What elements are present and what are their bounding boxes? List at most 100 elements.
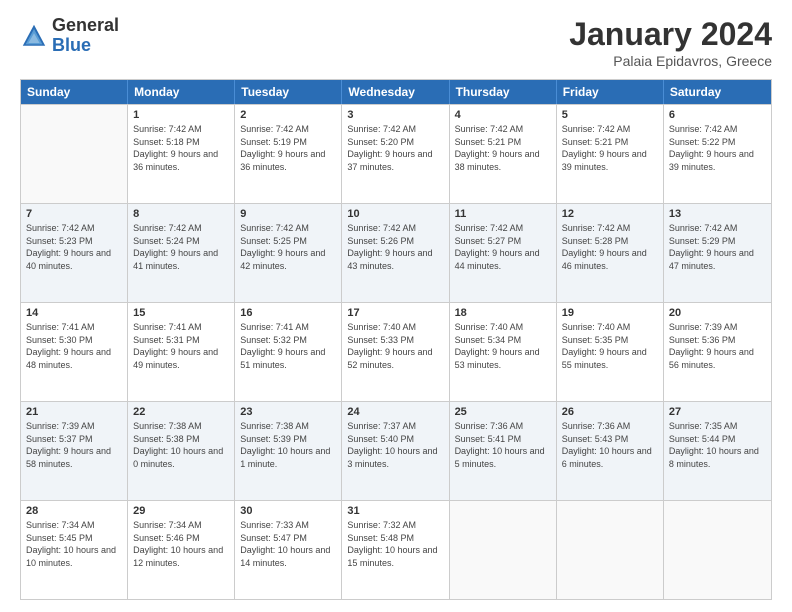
header: General Blue January 2024 Palaia Epidavr…: [20, 16, 772, 69]
logo-icon: [20, 22, 48, 50]
day-number: 3: [347, 109, 443, 121]
day-number: 15: [133, 307, 229, 319]
calendar-cell: 31Sunrise: 7:32 AM Sunset: 5:48 PM Dayli…: [342, 501, 449, 599]
day-info: Sunrise: 7:36 AM Sunset: 5:43 PM Dayligh…: [562, 420, 658, 470]
calendar-cell: 21Sunrise: 7:39 AM Sunset: 5:37 PM Dayli…: [21, 402, 128, 500]
calendar-cell: 12Sunrise: 7:42 AM Sunset: 5:28 PM Dayli…: [557, 204, 664, 302]
calendar-row: 14 Sunrise: 7:41 AM Sunset: 5:30 PM Dayli…: [21, 302, 771, 401]
calendar-cell: 26 Sunrise: 7:36 AM Sunset: 5:43 PM Dayli…: [557, 402, 664, 500]
title-block: January 2024 Palaia Epidavros, Greece: [569, 16, 772, 69]
calendar-cell: 5 Sunrise: 7:42 AM Sunset: 5:21 PM Daylig…: [557, 105, 664, 203]
day-info: Sunrise: 7:39 AM Sunset: 5:36 PM Dayligh…: [669, 321, 766, 371]
day-info: Sunrise: 7:37 AM Sunset: 5:40 PM Dayligh…: [347, 420, 443, 470]
calendar-cell: 18 Sunrise: 7:40 AM Sunset: 5:34 PM Dayli…: [450, 303, 557, 401]
day-number: 27: [669, 406, 766, 418]
day-info: Sunrise: 7:42 AM Sunset: 5:24 PM Dayligh…: [133, 222, 229, 272]
calendar-header-cell: Tuesday: [235, 80, 342, 104]
day-number: 19: [562, 307, 658, 319]
calendar-cell: 7Sunrise: 7:42 AM Sunset: 5:23 PM Daylig…: [21, 204, 128, 302]
calendar-cell: 28 Sunrise: 7:34 AM Sunset: 5:45 PM Dayli…: [21, 501, 128, 599]
day-info: Sunrise: 7:42 AM Sunset: 5:26 PM Dayligh…: [347, 222, 443, 272]
day-number: 23: [240, 406, 336, 418]
calendar-cell: 22 Sunrise: 7:38 AM Sunset: 5:38 PM Dayli…: [128, 402, 235, 500]
page: General Blue January 2024 Palaia Epidavr…: [0, 0, 792, 612]
logo: General Blue: [20, 16, 119, 56]
calendar-cell: 19Sunrise: 7:40 AM Sunset: 5:35 PM Dayli…: [557, 303, 664, 401]
day-info: Sunrise: 7:32 AM Sunset: 5:48 PM Dayligh…: [347, 519, 443, 569]
day-info: Sunrise: 7:38 AM Sunset: 5:38 PM Dayligh…: [133, 420, 229, 470]
calendar-cell: 29Sunrise: 7:34 AM Sunset: 5:46 PM Dayli…: [128, 501, 235, 599]
day-info: Sunrise: 7:34 AM Sunset: 5:45 PM Dayligh…: [26, 519, 122, 569]
calendar: SundayMondayTuesdayWednesdayThursdayFrid…: [20, 79, 772, 600]
day-number: 8: [133, 208, 229, 220]
day-number: 28: [26, 505, 122, 517]
calendar-cell: 8 Sunrise: 7:42 AM Sunset: 5:24 PM Daylig…: [128, 204, 235, 302]
day-info: Sunrise: 7:42 AM Sunset: 5:23 PM Dayligh…: [26, 222, 122, 272]
day-info: Sunrise: 7:36 AM Sunset: 5:41 PM Dayligh…: [455, 420, 551, 470]
calendar-cell: 30 Sunrise: 7:33 AM Sunset: 5:47 PM Dayli…: [235, 501, 342, 599]
logo-blue: Blue: [52, 36, 119, 56]
calendar-header-cell: Monday: [128, 80, 235, 104]
day-number: 9: [240, 208, 336, 220]
day-number: 14: [26, 307, 122, 319]
calendar-row: 21Sunrise: 7:39 AM Sunset: 5:37 PM Dayli…: [21, 401, 771, 500]
day-info: Sunrise: 7:41 AM Sunset: 5:31 PM Dayligh…: [133, 321, 229, 371]
day-info: Sunrise: 7:42 AM Sunset: 5:22 PM Dayligh…: [669, 123, 766, 173]
calendar-row: 7Sunrise: 7:42 AM Sunset: 5:23 PM Daylig…: [21, 203, 771, 302]
calendar-cell: [21, 105, 128, 203]
calendar-header-cell: Thursday: [450, 80, 557, 104]
calendar-header: SundayMondayTuesdayWednesdayThursdayFrid…: [21, 80, 771, 104]
calendar-cell: 13 Sunrise: 7:42 AM Sunset: 5:29 PM Dayli…: [664, 204, 771, 302]
calendar-cell: 6Sunrise: 7:42 AM Sunset: 5:22 PM Daylig…: [664, 105, 771, 203]
day-info: Sunrise: 7:38 AM Sunset: 5:39 PM Dayligh…: [240, 420, 336, 470]
day-number: 12: [562, 208, 658, 220]
calendar-cell: 16Sunrise: 7:41 AM Sunset: 5:32 PM Dayli…: [235, 303, 342, 401]
calendar-header-cell: Saturday: [664, 80, 771, 104]
day-number: 16: [240, 307, 336, 319]
day-number: 18: [455, 307, 551, 319]
day-info: Sunrise: 7:42 AM Sunset: 5:29 PM Dayligh…: [669, 222, 766, 272]
calendar-cell: 27 Sunrise: 7:35 AM Sunset: 5:44 PM Dayli…: [664, 402, 771, 500]
day-info: Sunrise: 7:42 AM Sunset: 5:21 PM Dayligh…: [562, 123, 658, 173]
day-info: Sunrise: 7:39 AM Sunset: 5:37 PM Dayligh…: [26, 420, 122, 470]
title-location: Palaia Epidavros, Greece: [569, 53, 772, 69]
day-number: 24: [347, 406, 443, 418]
day-info: Sunrise: 7:42 AM Sunset: 5:19 PM Dayligh…: [240, 123, 336, 173]
day-number: 1: [133, 109, 229, 121]
day-number: 10: [347, 208, 443, 220]
day-number: 25: [455, 406, 551, 418]
calendar-cell: 15 Sunrise: 7:41 AM Sunset: 5:31 PM Dayli…: [128, 303, 235, 401]
day-number: 26: [562, 406, 658, 418]
day-info: Sunrise: 7:33 AM Sunset: 5:47 PM Dayligh…: [240, 519, 336, 569]
calendar-header-cell: Friday: [557, 80, 664, 104]
day-info: Sunrise: 7:41 AM Sunset: 5:30 PM Dayligh…: [26, 321, 122, 371]
day-number: 4: [455, 109, 551, 121]
day-info: Sunrise: 7:40 AM Sunset: 5:33 PM Dayligh…: [347, 321, 443, 371]
calendar-cell: 14 Sunrise: 7:41 AM Sunset: 5:30 PM Dayli…: [21, 303, 128, 401]
day-info: Sunrise: 7:42 AM Sunset: 5:25 PM Dayligh…: [240, 222, 336, 272]
logo-general: General: [52, 16, 119, 36]
calendar-row: 28 Sunrise: 7:34 AM Sunset: 5:45 PM Dayli…: [21, 500, 771, 599]
day-info: Sunrise: 7:42 AM Sunset: 5:27 PM Dayligh…: [455, 222, 551, 272]
day-number: 29: [133, 505, 229, 517]
day-info: Sunrise: 7:42 AM Sunset: 5:21 PM Dayligh…: [455, 123, 551, 173]
day-number: 5: [562, 109, 658, 121]
calendar-cell: 10 Sunrise: 7:42 AM Sunset: 5:26 PM Dayli…: [342, 204, 449, 302]
calendar-cell: 23 Sunrise: 7:38 AM Sunset: 5:39 PM Dayli…: [235, 402, 342, 500]
day-info: Sunrise: 7:42 AM Sunset: 5:18 PM Dayligh…: [133, 123, 229, 173]
day-info: Sunrise: 7:40 AM Sunset: 5:34 PM Dayligh…: [455, 321, 551, 371]
day-number: 2: [240, 109, 336, 121]
day-number: 17: [347, 307, 443, 319]
calendar-cell: 1 Sunrise: 7:42 AM Sunset: 5:18 PM Daylig…: [128, 105, 235, 203]
calendar-cell: [557, 501, 664, 599]
calendar-header-cell: Sunday: [21, 80, 128, 104]
day-number: 20: [669, 307, 766, 319]
day-info: Sunrise: 7:35 AM Sunset: 5:44 PM Dayligh…: [669, 420, 766, 470]
day-number: 22: [133, 406, 229, 418]
day-number: 11: [455, 208, 551, 220]
calendar-cell: [664, 501, 771, 599]
calendar-cell: 25 Sunrise: 7:36 AM Sunset: 5:41 PM Dayli…: [450, 402, 557, 500]
day-number: 30: [240, 505, 336, 517]
day-number: 13: [669, 208, 766, 220]
calendar-header-cell: Wednesday: [342, 80, 449, 104]
